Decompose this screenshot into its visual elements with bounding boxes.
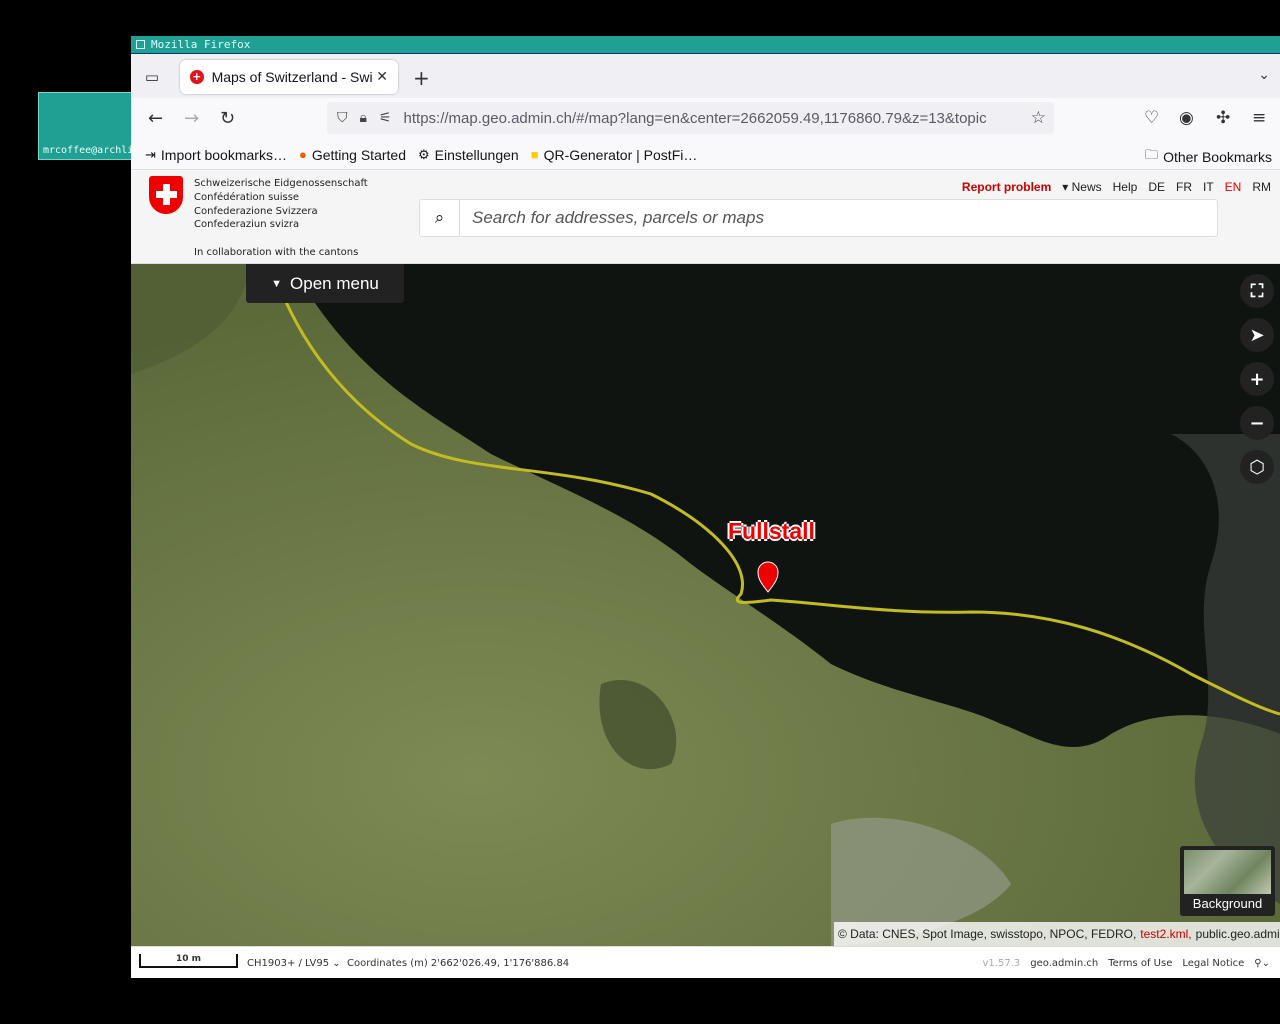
lang-it[interactable]: IT	[1203, 180, 1214, 194]
background-thumbnail	[1184, 850, 1271, 894]
scale-bar: 10 m	[139, 954, 238, 968]
back-icon[interactable]: ←	[148, 108, 163, 129]
attribution-prefix: © Data:	[838, 927, 879, 941]
tab-overview-icon[interactable]: ▭	[141, 66, 163, 88]
window-title: Mozilla Firefox	[151, 38, 251, 51]
zoom-out-icon[interactable]: −	[1240, 406, 1274, 440]
lang-rm[interactable]: RM	[1252, 180, 1271, 194]
background-label: Background	[1192, 896, 1263, 911]
swiss-shield-logo[interactable]	[149, 176, 183, 214]
legal-notice-link[interactable]: Legal Notice	[1182, 958, 1244, 969]
postfinance-icon: ■	[530, 147, 539, 162]
confederation-de: Schweizerische Eidgenossenschaft	[194, 178, 368, 189]
site-header: Schweizerische Eidgenossenschaft Confédé…	[131, 171, 1280, 264]
bookmark-einstellungen[interactable]: ⚙ Einstellungen	[418, 147, 519, 163]
bookmark-star-icon[interactable]: ☆	[1031, 108, 1046, 128]
zoom-in-icon[interactable]: +	[1240, 362, 1274, 396]
tab-bar: ▭ + Maps of Switzerland - Swi ✕ + ⌄	[131, 54, 1280, 98]
window-titlebar[interactable]: Mozilla Firefox	[131, 36, 1280, 54]
close-tab-icon[interactable]: ✕	[376, 69, 388, 85]
map-footer: 10 m CH1903+ / LV95 ⌄ Coordinates (m) 2'…	[131, 946, 1280, 978]
collaboration-text: In collaboration with the cantons	[194, 247, 359, 258]
chevron-down-icon[interactable]: ⌄	[1258, 67, 1270, 83]
geolocation-icon[interactable]: ➤	[1240, 318, 1274, 352]
version-label[interactable]: v1.57.3	[983, 958, 1021, 969]
browser-window: Mozilla Firefox ▭ + Maps of Switzerland …	[131, 36, 1280, 978]
marker-label: Fullstall	[728, 518, 815, 544]
gear-icon: ⚙	[417, 146, 430, 162]
projection-label: CH1903+ / LV95	[247, 958, 330, 969]
bookmark-label: Einstellungen	[434, 146, 519, 163]
bookmark-getting-started[interactable]: ● Getting Started	[299, 147, 406, 163]
report-problem-link[interactable]: Report problem	[962, 180, 1051, 194]
news-link[interactable]: ▾ News	[1062, 180, 1101, 194]
page-content: Schweizerische Eidgenossenschaft Confédé…	[131, 171, 1280, 978]
firefox-icon: ●	[298, 147, 307, 162]
open-menu-button[interactable]: ▼ Open menu	[246, 264, 404, 303]
bookmark-label: QR-Generator | PostFi…	[543, 146, 698, 163]
terminal-label: mrcoffee@archli	[43, 145, 134, 156]
attribution: © Data: CNES, Spot Image, swisstopo, NPO…	[834, 922, 1280, 946]
bookmark-qr-generator[interactable]: ■ QR-Generator | PostFi…	[531, 147, 698, 163]
lang-fr[interactable]: FR	[1176, 180, 1192, 194]
fullscreen-icon[interactable]: ⛶	[1240, 274, 1274, 308]
caret-down-icon: ▼	[271, 277, 283, 290]
window-icon	[136, 40, 145, 49]
other-bookmarks-label: Other Bookmarks	[1163, 149, 1272, 165]
terms-link[interactable]: Terms of Use	[1108, 958, 1172, 969]
bookmark-label: Getting Started	[311, 146, 406, 163]
extensions-icon[interactable]: ✣	[1216, 108, 1230, 128]
bookmarks-toolbar: ⇥ Import bookmarks… ● Getting Started ⚙ Ein…	[131, 140, 1280, 170]
help-link[interactable]: Help	[1113, 180, 1138, 194]
search-input[interactable]: Search for addresses, parcels or maps	[460, 208, 764, 228]
search-icon[interactable]: ⌕	[420, 200, 460, 236]
attribution-sources[interactable]: CNES, Spot Image, swisstopo, NPOC, FEDRO…	[882, 927, 1136, 941]
open-menu-label: Open menu	[290, 273, 379, 293]
confederation-rm: Confederaziun svizra	[194, 219, 300, 230]
confederation-fr: Confédération suisse	[194, 192, 300, 203]
other-bookmarks[interactable]: 🗀 Other Bookmarks	[1145, 146, 1272, 168]
nav-bar: ← → ↻ ⛉ 🔒︎ ⚟ https://map.geo.admin.ch/#/…	[131, 98, 1280, 140]
attribution-public[interactable]: public.geo.admin.ch	[1196, 927, 1280, 941]
lang-de[interactable]: DE	[1148, 180, 1165, 194]
permissions-icon[interactable]: ⚟	[379, 110, 392, 126]
chevron-down-icon: ⌄	[332, 958, 341, 969]
folder-icon: 🗀	[1145, 147, 1159, 162]
swiss-favicon-icon: +	[190, 70, 204, 84]
map-view[interactable]: ▼ Open menu ⛶ ➤ + − ⬡ Fullstall Backgroun…	[131, 264, 1280, 946]
aerial-imagery	[131, 264, 1280, 946]
forward-icon[interactable]: →	[184, 108, 199, 129]
search-box[interactable]: ⌕ Search for addresses, parcels or maps	[419, 199, 1218, 237]
tab-maps[interactable]: + Maps of Switzerland - Swi ✕	[180, 60, 398, 94]
confederation-it: Confederazione Svizzera	[194, 206, 318, 217]
shield-icon[interactable]: ⛉	[337, 110, 348, 126]
projection-select[interactable]: CH1903+ / LV95 ⌄	[247, 958, 341, 969]
attribution-kml[interactable]: test2.kml,	[1140, 927, 1191, 941]
reload-icon[interactable]: ↻	[220, 108, 235, 129]
lang-en[interactable]: EN	[1225, 180, 1242, 194]
footer-links: v1.57.3 geo.admin.ch Terms of Use Legal …	[973, 958, 1270, 969]
import-icon: ⇥	[145, 146, 156, 162]
menu-icon[interactable]: ≡	[1252, 108, 1266, 128]
tab-title: Maps of Switzerland - Swi	[211, 69, 373, 85]
background-selector-button[interactable]: Background	[1180, 846, 1275, 916]
new-tab-icon[interactable]: +	[413, 66, 430, 90]
lock-icon[interactable]: 🔒︎	[360, 110, 367, 126]
geo-admin-link[interactable]: geo.admin.ch	[1030, 958, 1098, 969]
header-links: Report problem ▾ News Help DE FR IT EN R…	[962, 180, 1271, 194]
coordinates-readout: Coordinates (m) 2'662'026.49, 1'176'886.…	[347, 958, 570, 969]
pocket-icon[interactable]: ♡	[1144, 108, 1159, 128]
bookmark-label: Import bookmarks…	[160, 146, 287, 163]
url-text[interactable]: https://map.geo.admin.ch/#/map?lang=en&c…	[404, 110, 1014, 127]
url-bar[interactable]: ⛉ 🔒︎ ⚟ https://map.geo.admin.ch/#/map?la…	[327, 102, 1054, 134]
3d-cube-icon[interactable]: ⬡	[1240, 450, 1274, 484]
terminal-window[interactable]: mrcoffee@archli	[38, 92, 134, 160]
accessibility-icon[interactable]: ⚲⌄	[1254, 958, 1270, 969]
bookmark-import[interactable]: ⇥ Import bookmarks…	[145, 147, 287, 163]
account-icon[interactable]: ◉	[1179, 108, 1194, 128]
desktop: mrcoffee@archli Mozilla Firefox ▭ + Maps…	[0, 0, 1280, 1024]
